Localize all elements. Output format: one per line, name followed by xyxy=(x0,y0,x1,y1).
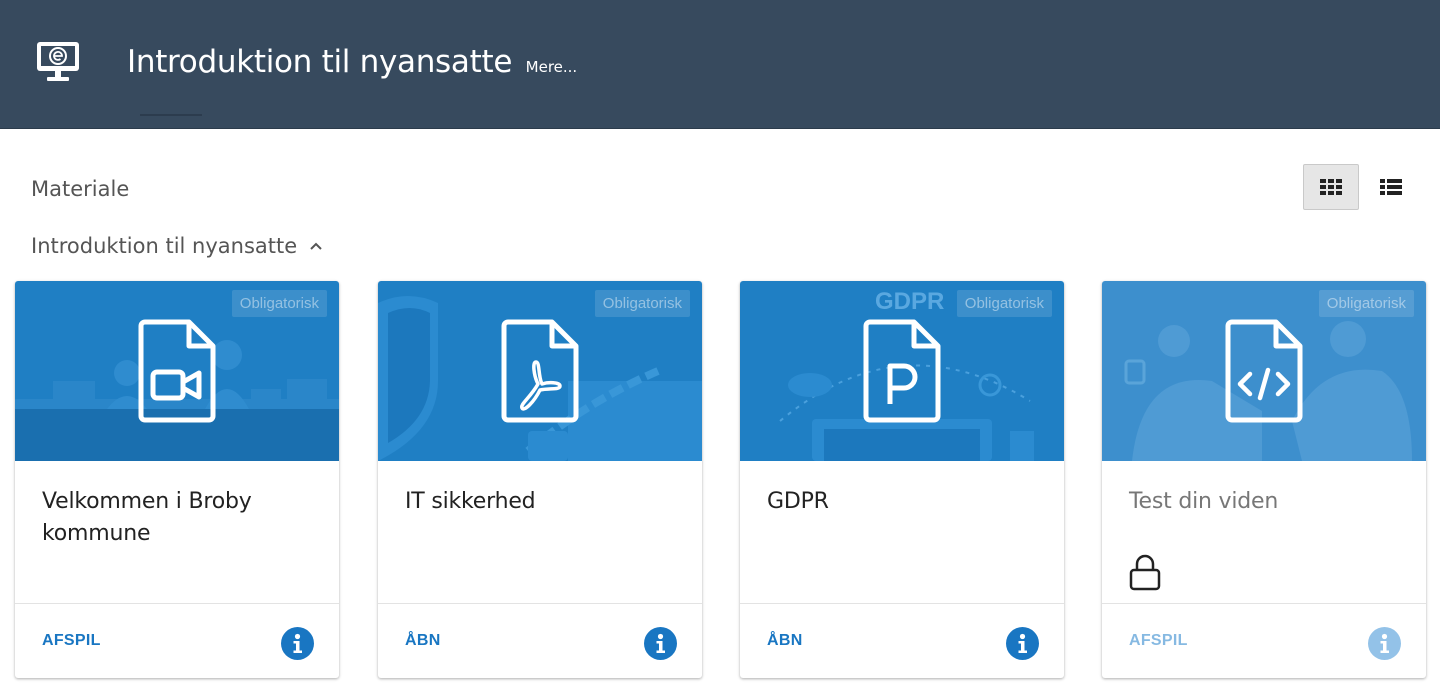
card-footer: AFSPIL xyxy=(1102,603,1426,678)
info-icon xyxy=(1380,633,1389,653)
open-button[interactable]: ÅBN xyxy=(405,632,441,650)
info-icon xyxy=(656,633,665,653)
card-title: Velkommen i Broby kommune xyxy=(42,489,252,546)
course-title-text: Introduktion til nyansatte xyxy=(127,44,513,80)
card-image: Obligatorisk xyxy=(1102,281,1426,461)
mandatory-badge: Obligatorisk xyxy=(956,290,1052,317)
play-button[interactable]: AFSPIL xyxy=(1129,632,1188,650)
video-file-icon xyxy=(138,319,216,423)
view-toggle xyxy=(1303,164,1419,210)
group-header[interactable]: Introduktion til nyansatte xyxy=(31,234,323,258)
gdpr-image-text: GDPR xyxy=(875,288,944,315)
pdf-file-icon xyxy=(501,319,579,423)
course-title: Introduktion til nyansatte Mere... xyxy=(127,44,577,80)
card-image: Obligatorisk xyxy=(378,281,702,461)
grid-view-icon xyxy=(1320,179,1342,195)
card-title: GDPR xyxy=(767,489,829,514)
top-header: Introduktion til nyansatte Mere... xyxy=(0,0,1440,129)
card-footer: ÅBN xyxy=(378,603,702,678)
info-button[interactable] xyxy=(644,627,677,660)
info-button[interactable] xyxy=(1006,627,1039,660)
info-icon xyxy=(293,633,302,653)
card-title: Test din viden xyxy=(1129,489,1279,514)
more-link[interactable]: Mere... xyxy=(526,58,578,76)
material-card-locked[interactable]: Obligatorisk Test din viden AFSPIL xyxy=(1102,281,1426,678)
mandatory-badge: Obligatorisk xyxy=(594,290,690,317)
mandatory-badge: Obligatorisk xyxy=(1318,290,1414,317)
code-file-icon xyxy=(1225,319,1303,423)
chevron-up-icon xyxy=(310,242,322,250)
section-title: Materiale xyxy=(31,177,130,201)
info-button[interactable] xyxy=(1368,627,1401,660)
monitor-e-icon xyxy=(37,42,79,81)
lock-icon xyxy=(1129,554,1161,591)
material-card[interactable]: Obligatorisk IT sikkerhed ÅBN xyxy=(378,281,702,678)
card-image: Obligatorisk xyxy=(15,281,339,461)
material-card[interactable]: Obligatorisk Velkommen i Broby kommune A… xyxy=(15,281,339,678)
card-title: IT sikkerhed xyxy=(405,489,536,514)
play-button[interactable]: AFSPIL xyxy=(42,632,101,650)
grid-view-button[interactable] xyxy=(1303,164,1359,210)
card-image: GDPR Obligatorisk xyxy=(740,281,1064,461)
open-button[interactable]: ÅBN xyxy=(767,632,803,650)
powerpoint-file-icon xyxy=(863,319,941,423)
card-footer: ÅBN xyxy=(740,603,1064,678)
card-footer: AFSPIL xyxy=(15,603,339,678)
header-tab-indicator xyxy=(140,114,202,116)
info-icon xyxy=(1018,633,1027,653)
list-view-button[interactable] xyxy=(1363,164,1419,210)
group-title: Introduktion til nyansatte xyxy=(31,234,298,258)
list-view-icon xyxy=(1380,179,1402,195)
mandatory-badge: Obligatorisk xyxy=(231,290,327,317)
material-card[interactable]: GDPR Obligatorisk GDPR ÅBN xyxy=(740,281,1064,678)
info-button[interactable] xyxy=(281,627,314,660)
